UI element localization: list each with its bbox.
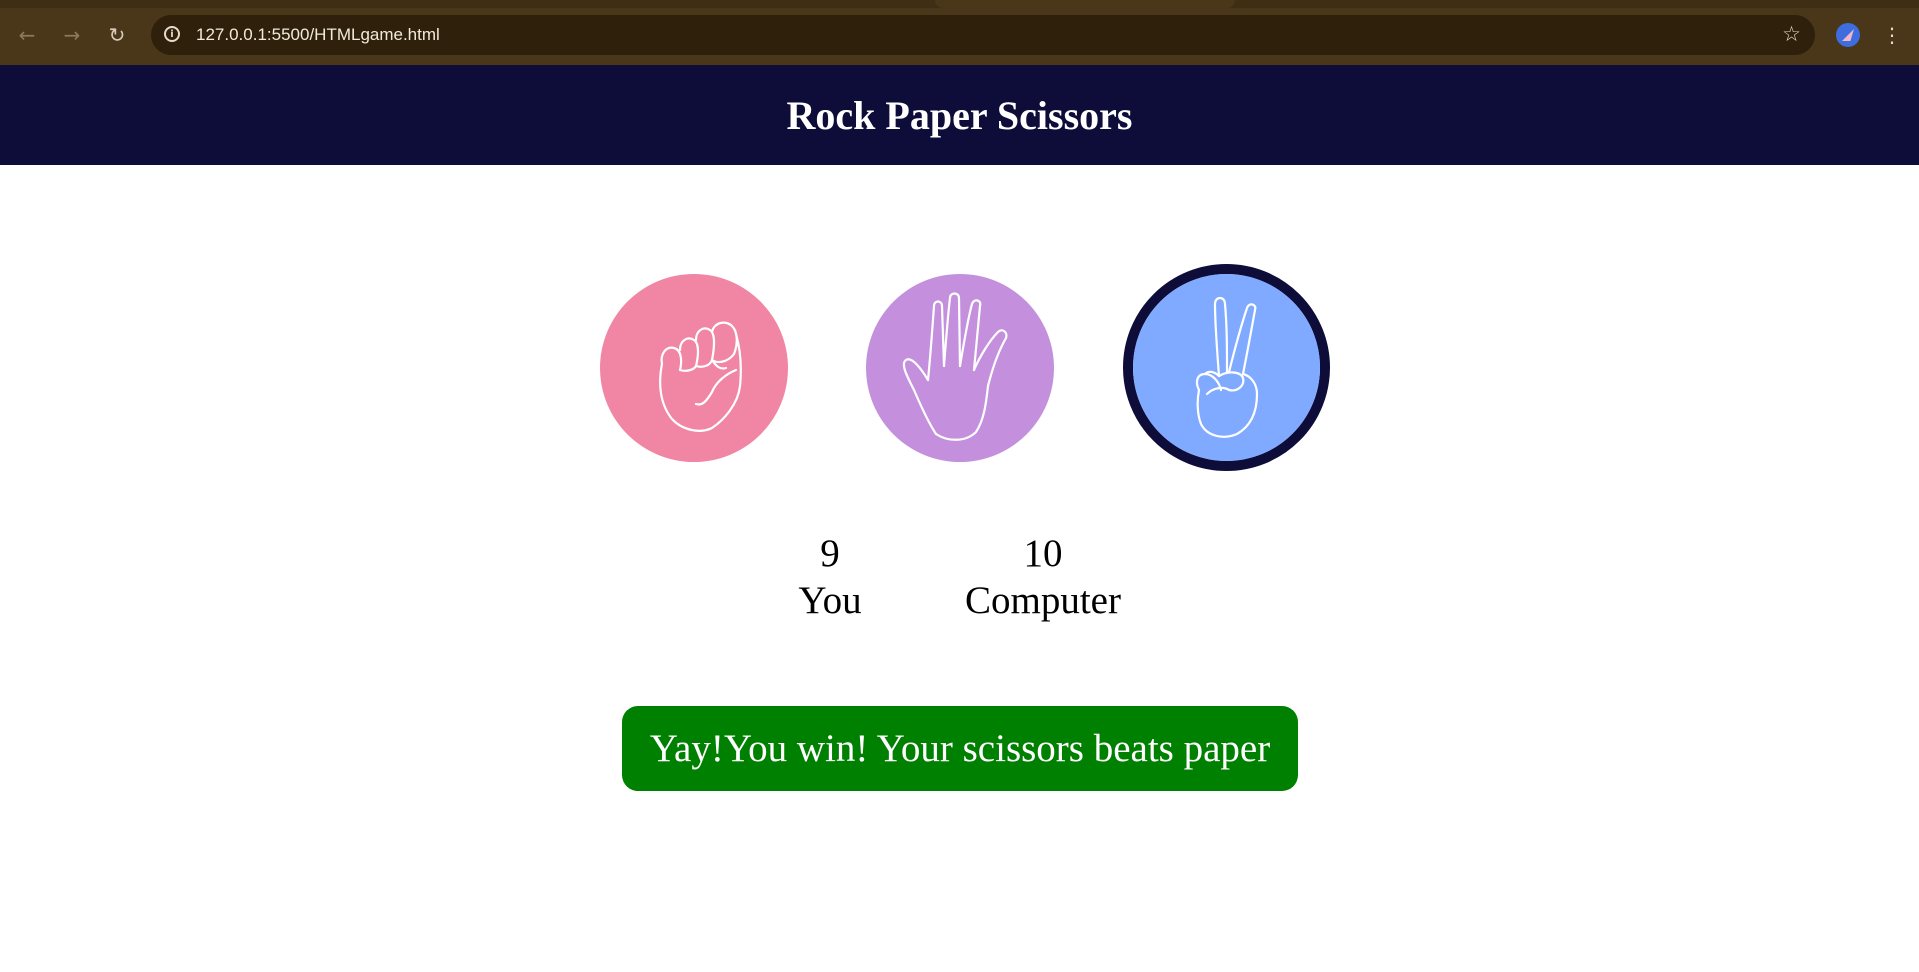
back-arrow-icon[interactable]: ← — [12, 20, 42, 50]
profile-icon[interactable] — [1836, 23, 1860, 47]
user-score-value: 9 — [820, 532, 840, 575]
info-icon[interactable]: i — [164, 26, 180, 42]
rock-choice[interactable] — [600, 274, 788, 462]
reload-icon[interactable]: ↻ — [102, 20, 132, 50]
browser-chrome: ← → ↻ i 127.0.0.1:5500/HTMLgame.html ☆ ⋮ — [0, 0, 1919, 65]
star-icon[interactable]: ☆ — [1782, 22, 1801, 46]
user-score: 9 You — [780, 530, 880, 624]
computer-score: 10 Computer — [943, 530, 1143, 624]
tab-strip — [0, 0, 1919, 8]
site-header: Rock Paper Scissors — [0, 65, 1919, 165]
url-text[interactable]: 127.0.0.1:5500/HTMLgame.html — [196, 25, 440, 45]
victory-hand-icon — [1133, 274, 1320, 461]
paper-choice[interactable] — [866, 274, 1054, 462]
result-message: Yay!You win! Your scissors beats paper — [622, 706, 1298, 791]
computer-score-value: 10 — [1023, 532, 1063, 575]
page-title: Rock Paper Scissors — [786, 92, 1133, 138]
fist-icon — [600, 274, 788, 462]
address-bar[interactable]: i 127.0.0.1:5500/HTMLgame.html ☆ — [151, 15, 1815, 55]
user-score-label: You — [798, 579, 862, 622]
computer-score-label: Computer — [965, 579, 1121, 622]
forward-arrow-icon[interactable]: → — [57, 20, 87, 50]
active-tab[interactable] — [935, 0, 1235, 8]
scissors-choice[interactable] — [1123, 264, 1330, 471]
open-hand-icon — [866, 274, 1054, 462]
menu-dots-icon[interactable]: ⋮ — [1882, 20, 1902, 50]
